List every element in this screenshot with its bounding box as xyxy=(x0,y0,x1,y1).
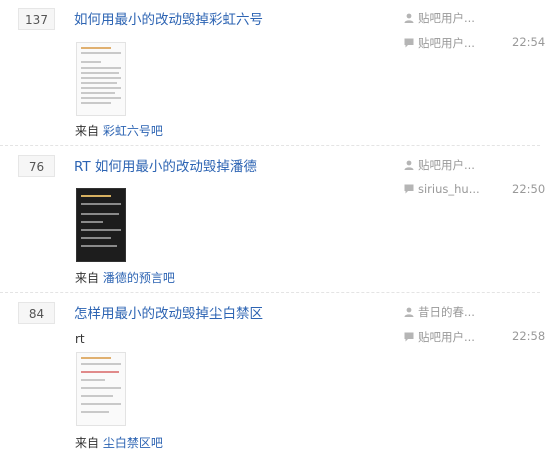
author-name: 贴吧用户... xyxy=(418,158,475,172)
forum-link[interactable]: 彩虹六号吧 xyxy=(103,124,163,138)
last-replier[interactable]: 贴吧用户... xyxy=(404,35,475,51)
last-replier-name: 贴吧用户... xyxy=(418,36,475,50)
author-name: 贴吧用户... xyxy=(418,11,475,25)
user-icon xyxy=(404,13,414,23)
forum-link[interactable]: 尘白禁区吧 xyxy=(103,436,163,450)
last-replier-name: 贴吧用户... xyxy=(418,330,475,344)
source-forum: 来自 彩虹六号吧 xyxy=(75,122,163,139)
user-icon xyxy=(404,307,414,317)
last-reply-time: 22:58 xyxy=(512,329,546,343)
user-icon xyxy=(404,160,414,170)
forum-link[interactable]: 潘德的预言吧 xyxy=(103,271,175,285)
thread-author[interactable]: 贴吧用户... xyxy=(404,157,475,173)
comment-icon xyxy=(404,332,414,342)
thread-title-link[interactable]: 如何用最小的改动毁掉彩虹六号 xyxy=(74,8,263,28)
author-name: 昔日的春... xyxy=(418,305,475,319)
reply-count-badge: 76 xyxy=(18,155,55,177)
thread-thumbnail[interactable] xyxy=(76,352,126,426)
last-reply-time: 22:54 xyxy=(512,35,546,49)
thread-author[interactable]: 贴吧用户... xyxy=(404,10,475,26)
thread-thumbnail[interactable] xyxy=(76,188,126,262)
thread-excerpt: rt xyxy=(75,332,85,346)
comment-icon xyxy=(404,184,414,194)
reply-count-badge: 84 xyxy=(18,302,55,324)
thread-title-link[interactable]: RT 如何用最小的改动毁掉潘德 xyxy=(74,155,257,175)
thread-title-link[interactable]: 怎样用最小的改动毁掉尘白禁区 xyxy=(74,302,263,322)
comment-icon xyxy=(404,38,414,48)
from-label: 来自 xyxy=(75,436,100,450)
source-forum: 来自 尘白禁区吧 xyxy=(75,434,163,451)
from-label: 来自 xyxy=(75,124,100,138)
from-label: 来自 xyxy=(75,271,100,285)
last-replier[interactable]: 贴吧用户... xyxy=(404,329,475,345)
last-reply-time: 22:50 xyxy=(512,182,546,196)
reply-count-badge: 137 xyxy=(18,8,55,30)
thread-author[interactable]: 昔日的春... xyxy=(404,304,475,320)
last-replier[interactable]: sirius_hu... xyxy=(404,182,480,196)
thread-thumbnail[interactable] xyxy=(76,42,126,116)
source-forum: 来自 潘德的预言吧 xyxy=(75,269,175,286)
last-replier-name: sirius_hu... xyxy=(418,182,480,196)
thread-divider xyxy=(0,145,540,146)
thread-divider xyxy=(0,292,540,293)
